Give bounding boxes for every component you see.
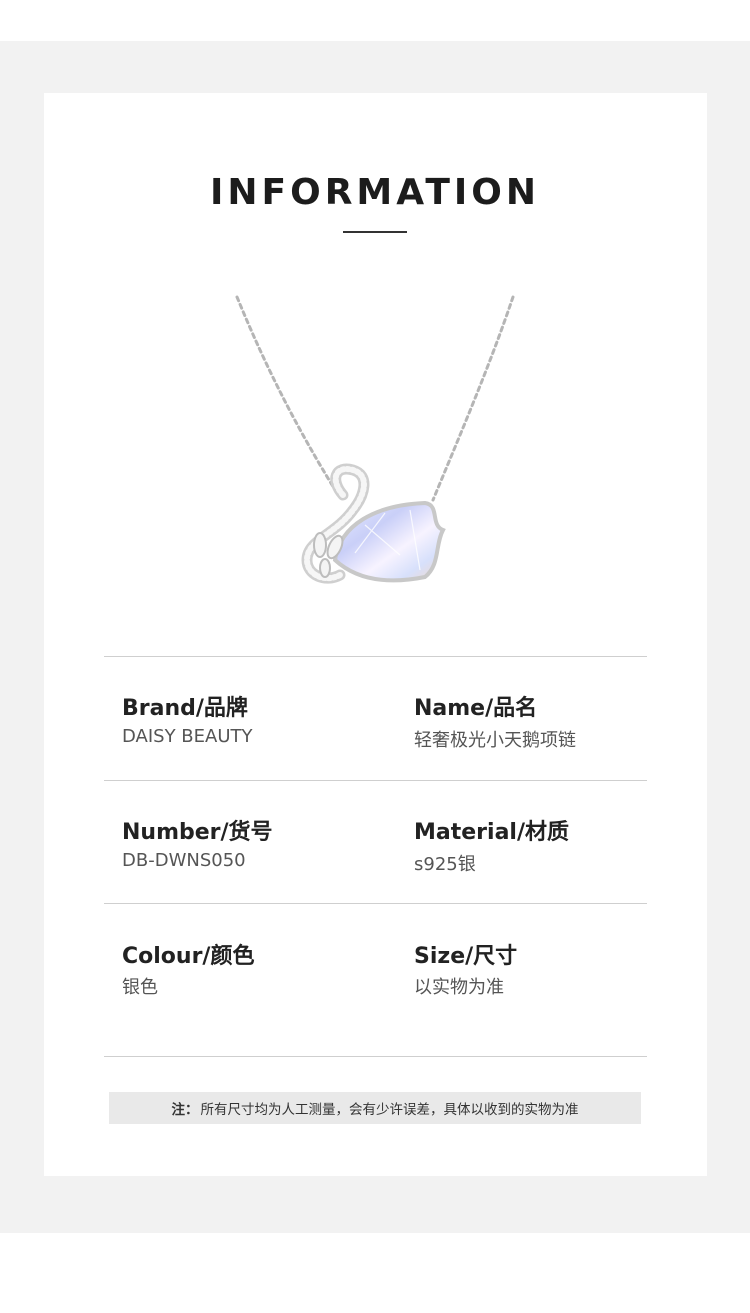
right-chain (431, 295, 515, 502)
divider (104, 903, 647, 904)
brand-label: Brand/品牌 (122, 696, 248, 721)
divider (104, 656, 647, 657)
divider (104, 780, 647, 781)
divider (104, 1056, 647, 1057)
size-value: 以实物为准 (414, 977, 504, 998)
name-value: 轻奢极光小天鹅项链 (414, 730, 576, 751)
left-chain (235, 295, 339, 495)
number-value: DB-DWNS050 (122, 850, 246, 871)
title-underline (343, 231, 407, 233)
measurement-note: 注： 所有尺寸均为人工测量，会有少许误差，具体以收到的实物为准 (109, 1092, 641, 1124)
info-card (44, 93, 707, 1176)
colour-value: 银色 (122, 977, 158, 998)
number-label: Number/货号 (122, 820, 273, 845)
section-title: INFORMATION (209, 172, 540, 213)
necklace-image (235, 295, 515, 584)
size-label: Size/尺寸 (414, 944, 518, 969)
note-text: 所有尺寸均为人工测量，会有少许误差，具体以收到的实物为准 (200, 1102, 579, 1118)
colour-label: Colour/颜色 (122, 944, 255, 969)
name-label: Name/品名 (414, 696, 538, 721)
material-label: Material/材质 (414, 820, 569, 845)
material-value: s925银 (414, 854, 476, 875)
note-prefix: 注： (171, 1102, 199, 1118)
brand-value: DAISY BEAUTY (122, 726, 253, 747)
